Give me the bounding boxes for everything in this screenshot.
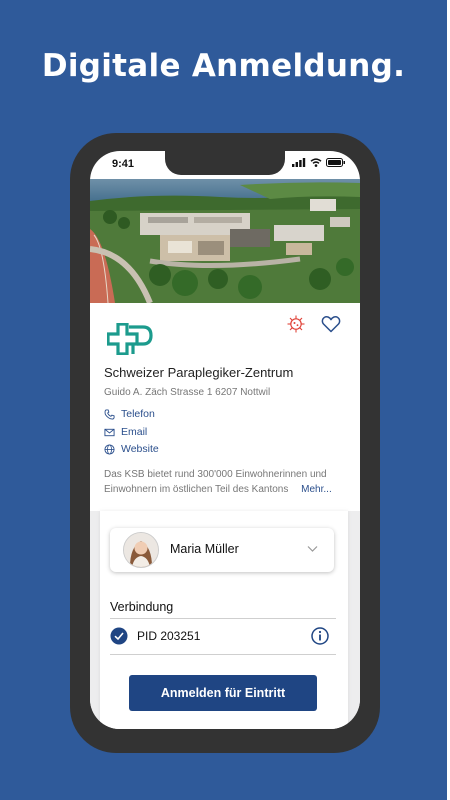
clinic-logo: [107, 323, 153, 355]
contact-label: Website: [121, 443, 159, 455]
virus-icon: [287, 315, 305, 333]
mail-icon: [104, 428, 115, 436]
clinic-address: Guido A. Zäch Strasse 1 6207 Nottwil: [104, 387, 271, 398]
phone-icon: [104, 408, 115, 420]
heart-icon[interactable]: [321, 315, 341, 333]
divider: [110, 618, 336, 619]
contact-label: Telefon: [121, 408, 155, 420]
connection-heading: Verbindung: [110, 600, 174, 614]
headline: Digitale Anmeldung.: [41, 48, 406, 84]
avatar: [123, 532, 159, 568]
more-link[interactable]: Mehr...: [301, 484, 332, 495]
chevron-down-icon: [307, 546, 318, 552]
divider: [110, 654, 336, 655]
clinic-photo: [90, 179, 360, 303]
globe-icon: [104, 443, 115, 455]
clinic-name: Schweizer Paraplegiker-Zentrum: [104, 365, 294, 380]
battery-icon: [326, 158, 345, 167]
user-selector[interactable]: Maria Müller: [110, 528, 334, 572]
status-icons: [292, 158, 346, 167]
check-circle-icon[interactable]: [110, 627, 128, 645]
signal-icon: [292, 158, 306, 167]
wifi-icon: [310, 158, 322, 167]
contact-email-link[interactable]: Email: [104, 426, 147, 438]
user-name: Maria Müller: [170, 542, 239, 556]
info-icon[interactable]: [311, 627, 329, 645]
phone-frame: 9:41 Schweizer Paraplegiker-Zentrum Guid…: [70, 133, 380, 753]
clinic-description: Das KSB bietet rund 300'000 Einwohnerinn…: [104, 467, 350, 497]
pid-value: PID 203251: [137, 629, 201, 643]
phone-notch: [165, 151, 285, 175]
contact-phone-link[interactable]: Telefon: [104, 408, 155, 420]
submit-button[interactable]: Anmelden für Eintritt: [129, 675, 317, 711]
contact-label: Email: [121, 426, 148, 438]
phone-screen: 9:41 Schweizer Paraplegiker-Zentrum Guid…: [90, 151, 360, 729]
description-text: Das KSB bietet rund 300'000 Einwohnerinn…: [104, 469, 327, 495]
status-time: 9:41: [112, 158, 135, 170]
contact-website-link[interactable]: Website: [104, 443, 159, 455]
